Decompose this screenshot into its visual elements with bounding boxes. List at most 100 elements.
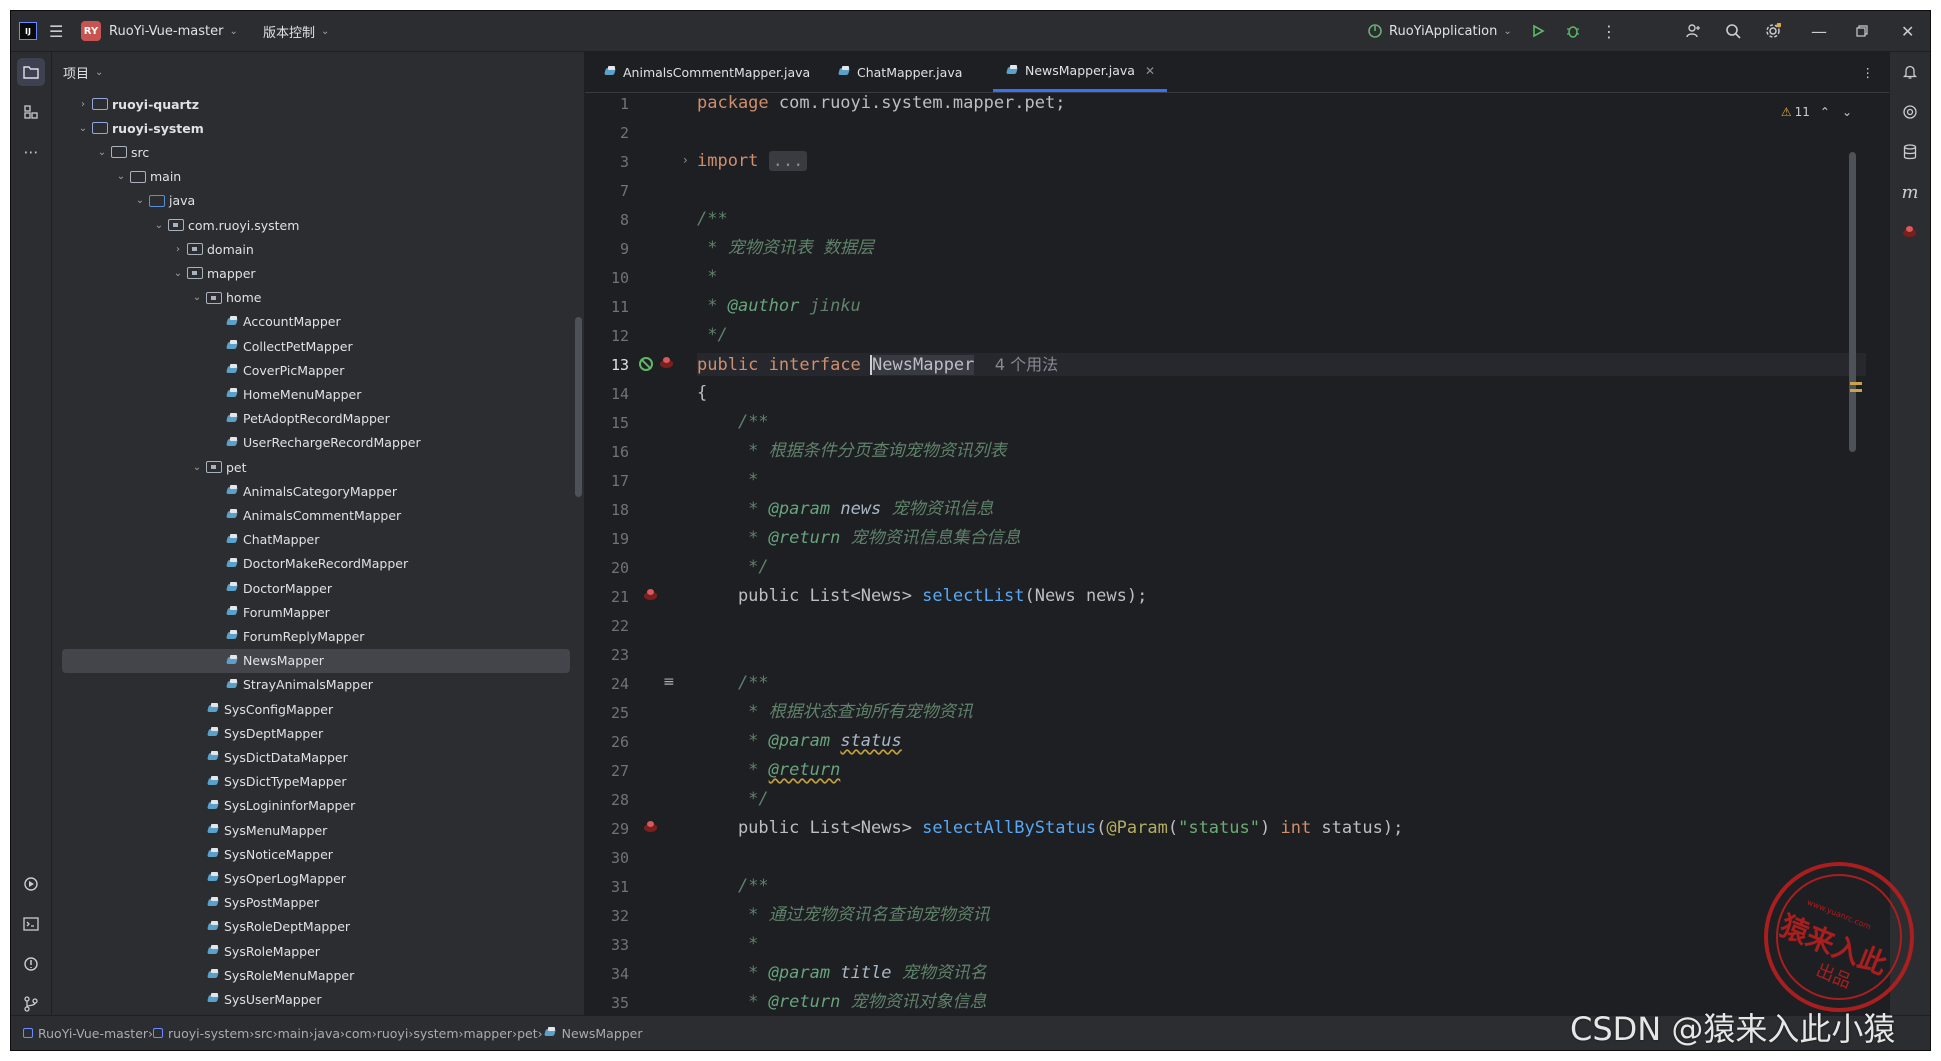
tree-item[interactable]: SysLogininforMapper bbox=[62, 794, 570, 818]
settings-button[interactable] bbox=[1765, 11, 1781, 51]
line-number[interactable]: 27 bbox=[585, 761, 629, 781]
tree-item[interactable]: ChatMapper bbox=[62, 528, 570, 552]
app-logo[interactable]: IJ bbox=[19, 11, 37, 51]
code-area[interactable]: ⚠ 11 ⌃ ⌄ package com.ruoyi.system.mapper… bbox=[697, 92, 1866, 1016]
run-button[interactable] bbox=[1531, 11, 1545, 51]
terminal-tool-button[interactable] bbox=[17, 910, 45, 938]
chevron-up-icon[interactable]: ⌃ bbox=[1820, 105, 1830, 119]
mybatis-navigate-icon[interactable] bbox=[643, 588, 659, 602]
tree-item[interactable]: SysRoleMapper bbox=[62, 939, 570, 963]
search-button[interactable] bbox=[1725, 11, 1741, 51]
line-number[interactable]: 31 bbox=[585, 877, 629, 897]
maven-tool-button[interactable]: m bbox=[1896, 178, 1924, 206]
tree-item[interactable]: ForumReplyMapper bbox=[62, 624, 570, 648]
chevron-right-icon[interactable]: › bbox=[76, 99, 90, 110]
tree-item[interactable]: ⌄ pet bbox=[62, 455, 570, 479]
line-number[interactable]: 17 bbox=[585, 471, 629, 491]
chevron-down-icon[interactable]: ⌄ bbox=[95, 147, 109, 158]
tree-item[interactable]: AnimalsCategoryMapper bbox=[62, 479, 570, 503]
tree-item[interactable]: CoverPicMapper bbox=[62, 358, 570, 382]
warning-stripe[interactable] bbox=[1850, 389, 1862, 392]
chevron-down-icon[interactable]: ⌄ bbox=[190, 292, 204, 303]
tree-item[interactable]: SysUserMapper bbox=[62, 987, 570, 1011]
tree-item[interactable]: ⌄ mapper bbox=[62, 261, 570, 285]
implemented-icon[interactable] bbox=[639, 357, 653, 371]
line-number[interactable]: 8 bbox=[585, 210, 629, 230]
line-number[interactable]: 28 bbox=[585, 790, 629, 810]
line-number[interactable]: 26 bbox=[585, 732, 629, 752]
tree-item[interactable]: SysMenuMapper bbox=[62, 818, 570, 842]
tree-item[interactable]: CollectPetMapper bbox=[62, 334, 570, 358]
structure-tool-button[interactable] bbox=[17, 98, 45, 126]
problems-tool-button[interactable] bbox=[17, 950, 45, 978]
tree-item[interactable]: UserRechargeRecordMapper bbox=[62, 431, 570, 455]
fold-toggle-icon[interactable]: › bbox=[683, 153, 688, 167]
project-panel-scrollbar[interactable] bbox=[575, 317, 582, 497]
tree-item[interactable]: SysDeptMapper bbox=[62, 721, 570, 745]
run-config-selector[interactable]: RuoYiApplication ⌄ bbox=[1367, 11, 1512, 51]
main-menu-button[interactable]: ☰ bbox=[49, 11, 63, 51]
ai-assistant-button[interactable] bbox=[1896, 98, 1924, 126]
git-tool-button[interactable] bbox=[17, 990, 45, 1018]
line-number[interactable]: 33 bbox=[585, 935, 629, 955]
tree-item[interactable]: SysDictDataMapper bbox=[62, 745, 570, 769]
render-doc-icon[interactable]: ≡ bbox=[663, 674, 675, 690]
folded-imports[interactable]: ... bbox=[768, 151, 808, 171]
tree-item[interactable]: DoctorMapper bbox=[62, 576, 570, 600]
mybatis-navigate-icon[interactable] bbox=[643, 820, 659, 834]
line-number[interactable]: 7 bbox=[585, 181, 629, 201]
chevron-down-icon[interactable]: ⌄ bbox=[114, 171, 128, 182]
more-tools-button[interactable]: ⋯ bbox=[17, 138, 45, 166]
services-tool-button[interactable] bbox=[17, 870, 45, 898]
vcs-selector[interactable]: 版本控制 ⌄ bbox=[263, 11, 329, 51]
database-tool-button[interactable] bbox=[1896, 138, 1924, 166]
chevron-down-icon[interactable]: ⌄ bbox=[190, 462, 204, 473]
line-number[interactable]: 2 bbox=[585, 123, 629, 143]
tree-item[interactable]: SysPostMapper bbox=[62, 891, 570, 915]
tree-item[interactable]: › ruoyi-quartz bbox=[62, 92, 570, 116]
tree-item[interactable]: NewsMapper bbox=[62, 648, 570, 673]
tree-item[interactable]: AccountMapper bbox=[62, 310, 570, 334]
line-number[interactable]: 20 bbox=[585, 558, 629, 578]
tree-item[interactable]: SysRoleMenuMapper bbox=[62, 963, 570, 987]
line-number[interactable]: 9 bbox=[585, 239, 629, 259]
tree-item[interactable]: ⌄ src bbox=[62, 140, 570, 164]
mybatis-navigate-icon[interactable] bbox=[659, 356, 675, 370]
tree-item[interactable]: ⌄ ruoyi-system bbox=[62, 116, 570, 140]
breadcrumb-item[interactable]: pet bbox=[517, 1026, 538, 1041]
tree-item[interactable]: DoctorMakeRecordMapper bbox=[62, 552, 570, 576]
usages-hint[interactable]: 4 个用法 bbox=[995, 355, 1058, 374]
notifications-button[interactable] bbox=[1896, 58, 1924, 86]
breadcrumb-item[interactable]: system bbox=[413, 1026, 458, 1041]
project-tool-button[interactable] bbox=[17, 58, 45, 86]
line-number[interactable]: 29 bbox=[585, 819, 629, 839]
breadcrumb-item[interactable]: RuoYi-Vue-master bbox=[23, 1026, 148, 1041]
tree-item[interactable]: › domain bbox=[62, 237, 570, 261]
project-selector[interactable]: RY RuoYi-Vue-master ⌄ bbox=[81, 11, 238, 51]
line-number[interactable]: 1 bbox=[585, 94, 629, 114]
breadcrumb-item[interactable]: main bbox=[278, 1026, 309, 1041]
breadcrumb-item[interactable]: java bbox=[314, 1026, 340, 1041]
tree-item[interactable]: StrayAnimalsMapper bbox=[62, 673, 570, 697]
line-number[interactable]: 16 bbox=[585, 442, 629, 462]
line-number[interactable]: 34 bbox=[585, 964, 629, 984]
breadcrumb-item[interactable]: com bbox=[345, 1026, 372, 1041]
tree-item[interactable]: PetAdoptRecordMapper bbox=[62, 407, 570, 431]
line-number[interactable]: 18 bbox=[585, 500, 629, 520]
restore-button[interactable] bbox=[1856, 11, 1868, 51]
line-number[interactable]: 22 bbox=[585, 616, 629, 636]
chevron-down-icon[interactable]: ⌄ bbox=[76, 123, 90, 134]
inspection-widget[interactable]: ⚠ 11 ⌃ ⌄ bbox=[1781, 92, 1852, 132]
tree-item[interactable]: SysNoticeMapper bbox=[62, 842, 570, 866]
line-number[interactable]: 25 bbox=[585, 703, 629, 723]
line-number[interactable]: 21 bbox=[585, 587, 629, 607]
tab-options-button[interactable]: ⋮ bbox=[1862, 52, 1875, 92]
more-actions-button[interactable]: ⋮ bbox=[1601, 11, 1617, 51]
tree-item[interactable]: ⌄ main bbox=[62, 165, 570, 189]
line-number[interactable]: 10 bbox=[585, 268, 629, 288]
close-window-button[interactable]: ✕ bbox=[1901, 11, 1914, 51]
breadcrumb-item[interactable]: ruoyi-system bbox=[153, 1026, 249, 1041]
chevron-down-icon[interactable]: ⌄ bbox=[152, 220, 166, 231]
chevron-down-icon[interactable]: ⌄ bbox=[171, 268, 185, 279]
breadcrumb-item[interactable]: NewsMapper bbox=[543, 1026, 643, 1041]
